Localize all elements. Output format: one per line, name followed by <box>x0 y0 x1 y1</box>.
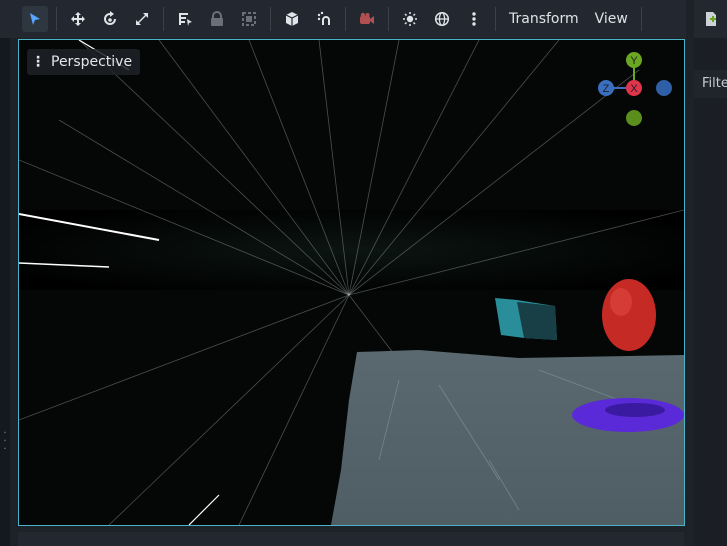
list-select-icon <box>179 13 192 26</box>
viewport-scene <box>19 40 684 525</box>
toolbar-separator <box>163 7 164 31</box>
local-space-tool-button[interactable] <box>279 6 305 32</box>
snap-tool-button[interactable] <box>311 6 337 32</box>
cube-icon <box>285 12 299 26</box>
right-dock-panel: Filte <box>694 0 727 546</box>
group-icon <box>242 12 256 26</box>
arrow-cursor-icon <box>30 13 40 25</box>
perspective-menu-button[interactable]: ⋮ Perspective <box>27 49 141 75</box>
add-node-icon[interactable] <box>704 11 718 27</box>
lock-tool-button[interactable] <box>204 6 230 32</box>
more-options-button[interactable] <box>461 6 487 32</box>
globe-icon <box>434 11 450 27</box>
right-dock-header <box>694 0 727 38</box>
gizmo-neg-z-axis[interactable] <box>656 80 672 96</box>
camera-icon <box>360 12 374 24</box>
toolbar-separator <box>345 7 346 31</box>
dock-splitter-handle[interactable]: · · · <box>0 429 10 455</box>
floor-plane <box>331 350 684 525</box>
perspective-label: Perspective <box>51 54 133 70</box>
scale-icon <box>136 13 148 25</box>
gizmo-y-label: Y <box>630 55 638 67</box>
lock-icon <box>211 11 223 26</box>
toolbar-separator <box>388 7 389 31</box>
toolbar-separator <box>640 7 642 31</box>
toolbar-separator <box>56 7 57 31</box>
gizmo-x-label: X <box>630 83 638 95</box>
editor-toolbar: Transform View <box>0 0 686 38</box>
transform-menu[interactable]: Transform <box>501 11 587 27</box>
sun-toggle-button[interactable] <box>397 6 423 32</box>
orientation-gizmo[interactable]: Y Z X <box>594 48 674 128</box>
move-icon <box>71 12 85 26</box>
3d-viewport[interactable]: ⋮ Perspective Y Z X <box>18 39 685 526</box>
sun-icon <box>403 12 417 26</box>
rotate-tool-button[interactable] <box>97 6 123 32</box>
filter-field[interactable]: Filte <box>694 70 727 98</box>
view-menu[interactable]: View <box>587 11 636 27</box>
group-tool-button[interactable] <box>236 6 262 32</box>
move-tool-button[interactable] <box>65 6 91 32</box>
horizon-haze <box>19 210 684 290</box>
environment-toggle-button[interactable] <box>429 6 455 32</box>
purple-torus-hole <box>605 403 665 417</box>
snap-icon <box>317 11 330 25</box>
red-capsule-highlight <box>610 288 632 316</box>
left-dock-edge <box>0 38 10 546</box>
rotate-icon <box>104 11 116 25</box>
vertical-dots-icon: ⋮ <box>31 54 45 70</box>
select-tool-button[interactable] <box>22 6 48 32</box>
list-select-tool-button[interactable] <box>172 6 198 32</box>
toolbar-separator <box>270 7 271 31</box>
red-capsule-object <box>602 279 656 351</box>
vertical-dots-icon <box>472 12 476 26</box>
camera-preview-button[interactable] <box>354 6 380 32</box>
viewport-bottom-bar <box>18 532 684 546</box>
toolbar-separator <box>495 7 496 31</box>
gizmo-z-label: Z <box>603 83 610 95</box>
gizmo-neg-y-axis[interactable] <box>626 110 642 126</box>
scale-tool-button[interactable] <box>129 6 155 32</box>
